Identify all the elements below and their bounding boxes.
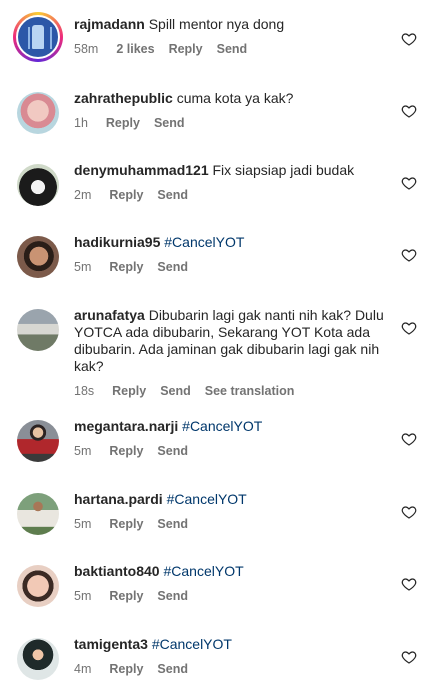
- comment-body: tamigenta3 #CancelYOT 4m Reply Send: [74, 636, 393, 678]
- comment-body: baktianto840 #CancelYOT 5m Reply Send: [74, 563, 393, 605]
- send-button[interactable]: Send: [157, 517, 188, 531]
- heart-outline-icon[interactable]: [401, 504, 417, 520]
- heart-outline-icon[interactable]: [401, 431, 417, 447]
- send-button[interactable]: Send: [217, 42, 248, 56]
- comment-text-line: zahrathepublic cuma kota ya kak?: [74, 90, 393, 107]
- timestamp: 58m: [74, 42, 99, 56]
- comment-text: cuma kota ya kak?: [176, 90, 294, 106]
- username-link[interactable]: tamigenta3: [74, 636, 148, 652]
- heart-outline-icon[interactable]: [401, 103, 417, 119]
- hashtag-link[interactable]: #CancelYOT: [152, 636, 232, 652]
- reply-button[interactable]: Reply: [106, 116, 140, 130]
- hashtag-link[interactable]: #CancelYOT: [182, 418, 262, 434]
- avatar[interactable]: [17, 420, 59, 462]
- send-button[interactable]: Send: [157, 188, 188, 202]
- send-button[interactable]: Send: [157, 444, 188, 458]
- reply-button[interactable]: Reply: [112, 384, 146, 398]
- heart-outline-icon[interactable]: [401, 649, 417, 665]
- hashtag-link[interactable]: #CancelYOT: [164, 234, 244, 250]
- hashtag-link[interactable]: #CancelYOT: [163, 563, 243, 579]
- send-button[interactable]: Send: [160, 384, 191, 398]
- comment-body: arunafatya Dibubarin lagi gak nanti nih …: [74, 307, 393, 400]
- comment-body: megantara.narji #CancelYOT 5m Reply Send: [74, 418, 393, 460]
- comment-meta: 1h Reply Send: [74, 115, 393, 132]
- username-link[interactable]: hadikurnia95: [74, 234, 160, 250]
- comment-body: rajmadann Spill mentor nya dong 58m 2 like…: [74, 16, 393, 58]
- comment-meta: 5m Reply Send: [74, 588, 393, 605]
- heart-outline-icon[interactable]: [401, 31, 417, 47]
- timestamp: 5m: [74, 260, 92, 274]
- comment-text-line: hartana.pardi #CancelYOT: [74, 491, 393, 508]
- comment-body: denymuhammad121 Fix siapsiap jadi budak 2…: [74, 162, 393, 204]
- heart-outline-icon[interactable]: [401, 320, 417, 336]
- timestamp: 1h: [74, 116, 88, 130]
- comment-text-line: arunafatya Dibubarin lagi gak nanti nih …: [74, 307, 393, 375]
- send-button[interactable]: Send: [157, 662, 188, 676]
- reply-button[interactable]: Reply: [109, 662, 143, 676]
- heart-outline-icon[interactable]: [401, 247, 417, 263]
- comment-meta: 5m Reply Send: [74, 259, 393, 276]
- comment-body: zahrathepublic cuma kota ya kak? 1h Reply S…: [74, 90, 393, 132]
- timestamp: 4m: [74, 662, 92, 676]
- heart-outline-icon[interactable]: [401, 576, 417, 592]
- comment-text-line: tamigenta3 #CancelYOT: [74, 636, 393, 653]
- username-link[interactable]: hartana.pardi: [74, 491, 163, 507]
- comment-meta: 4m Reply Send: [74, 661, 393, 678]
- comment-text-line: rajmadann Spill mentor nya dong: [74, 16, 393, 33]
- comment-body: hartana.pardi #CancelYOT 5m Reply Send: [74, 491, 393, 533]
- comment-meta: 5m Reply Send: [74, 516, 393, 533]
- avatar[interactable]: [17, 309, 59, 351]
- comment-meta: 2m Reply Send: [74, 187, 393, 204]
- send-button[interactable]: Send: [157, 589, 188, 603]
- reply-button[interactable]: Reply: [109, 188, 143, 202]
- see-translation-link[interactable]: See translation: [205, 384, 295, 398]
- timestamp: 5m: [74, 444, 92, 458]
- avatar[interactable]: [13, 12, 63, 62]
- avatar[interactable]: [17, 638, 59, 680]
- username-link[interactable]: zahrathepublic: [74, 90, 173, 106]
- username-link[interactable]: baktianto840: [74, 563, 160, 579]
- avatar[interactable]: [17, 164, 59, 206]
- timestamp: 18s: [74, 384, 95, 398]
- username-link[interactable]: denymuhammad121: [74, 162, 209, 178]
- comment-text-line: megantara.narji #CancelYOT: [74, 418, 393, 435]
- avatar[interactable]: [17, 493, 59, 535]
- avatar[interactable]: [17, 565, 59, 607]
- reply-button[interactable]: Reply: [109, 589, 143, 603]
- timestamp: 2m: [74, 188, 92, 202]
- username-link[interactable]: megantara.narji: [74, 418, 178, 434]
- avatar[interactable]: [17, 92, 59, 134]
- reply-button[interactable]: Reply: [169, 42, 203, 56]
- comment-text-line: baktianto840 #CancelYOT: [74, 563, 393, 580]
- hashtag-link[interactable]: #CancelYOT: [167, 491, 247, 507]
- timestamp: 5m: [74, 589, 92, 603]
- comment-body: hadikurnia95 #CancelYOT 5m Reply Send: [74, 234, 393, 276]
- reply-button[interactable]: Reply: [109, 444, 143, 458]
- reply-button[interactable]: Reply: [109, 517, 143, 531]
- username-link[interactable]: rajmadann: [74, 16, 145, 32]
- likes-count[interactable]: 2 likes: [116, 42, 154, 56]
- heart-outline-icon[interactable]: [401, 175, 417, 191]
- comment-meta: 5m Reply Send: [74, 443, 393, 460]
- comment-text-line: hadikurnia95 #CancelYOT: [74, 234, 393, 251]
- comment-text: Fix siapsiap jadi budak: [212, 162, 355, 178]
- comment-meta: 58m 2 likes Reply Send: [74, 41, 393, 58]
- send-button[interactable]: Send: [157, 260, 188, 274]
- reply-button[interactable]: Reply: [109, 260, 143, 274]
- comment-text-line: denymuhammad121 Fix siapsiap jadi budak: [74, 162, 393, 179]
- send-button[interactable]: Send: [154, 116, 185, 130]
- comment-meta: 18s Reply Send See translation: [74, 383, 393, 400]
- comment-text: Spill mentor nya dong: [148, 16, 285, 32]
- avatar[interactable]: [17, 236, 59, 278]
- timestamp: 5m: [74, 517, 92, 531]
- username-link[interactable]: arunafatya: [74, 307, 145, 323]
